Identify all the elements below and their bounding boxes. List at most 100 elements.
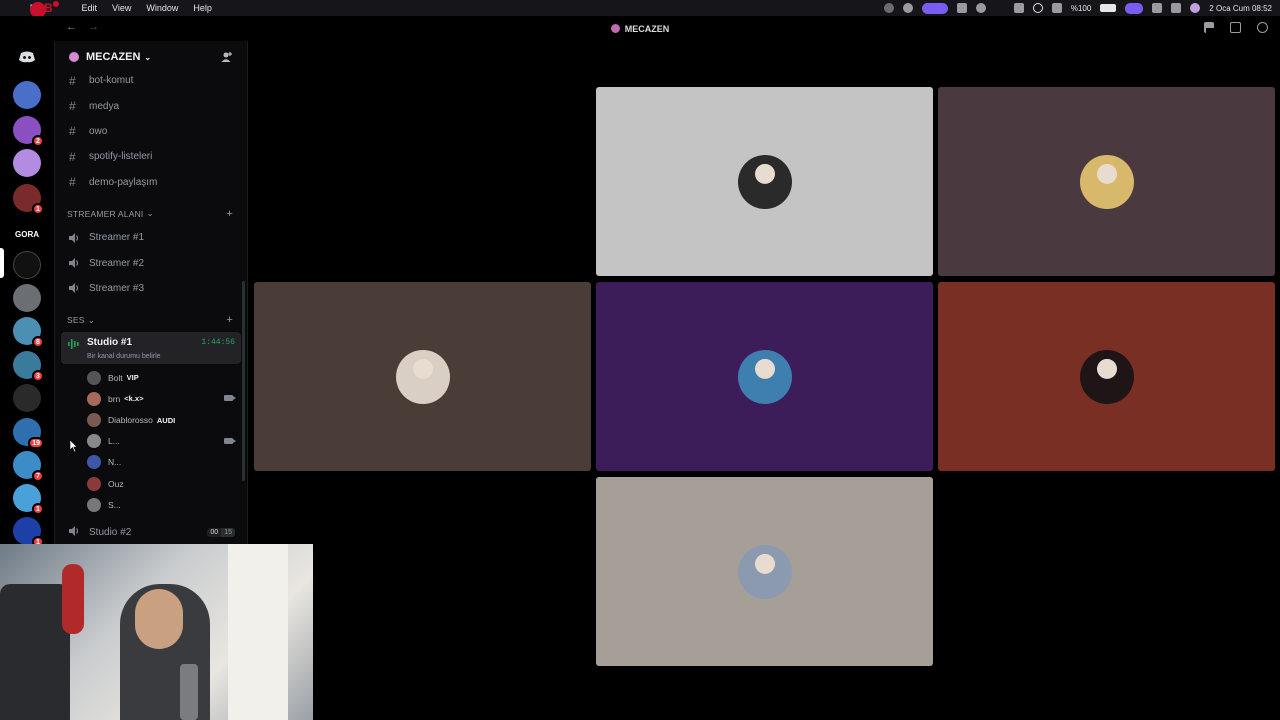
server-icon-server-7[interactable] xyxy=(13,284,41,312)
hash-icon: # xyxy=(69,149,76,164)
voice-channel-name: Studio #2 xyxy=(89,526,132,538)
video-tile[interactable] xyxy=(596,477,933,666)
server-rail: 2 1 GORA 8 3 19 7 1 1 xyxy=(0,41,54,548)
member-name: Diablorosso xyxy=(108,415,153,426)
channel-status[interactable]: Bir kanal durumu belirle xyxy=(87,353,161,360)
server-icon-server-10[interactable] xyxy=(13,384,41,412)
add-channel-icon[interactable]: + xyxy=(226,208,233,220)
server-icon-server-11[interactable]: 19 xyxy=(13,418,44,449)
avatar xyxy=(87,391,101,406)
add-member-icon[interactable] xyxy=(221,51,233,63)
search-icon[interactable] xyxy=(1032,3,1043,13)
video-tile[interactable] xyxy=(938,282,1275,471)
menu-window[interactable]: Window xyxy=(146,3,178,13)
text-channel-item[interactable]: # medya xyxy=(55,93,247,118)
title-actions xyxy=(1204,22,1268,33)
text-channel-item[interactable]: # spotify-listeleri xyxy=(55,144,247,169)
server-gora[interactable]: GORA xyxy=(13,225,41,245)
server-icon-mecazen[interactable] xyxy=(13,251,41,279)
category-streamer-label: STREAMER ALANI xyxy=(67,208,144,219)
voice-member[interactable]: L... xyxy=(55,431,247,452)
user-count: 00 xyxy=(207,527,222,537)
grid-icon[interactable] xyxy=(956,3,967,13)
star-icon[interactable] xyxy=(995,3,1005,13)
inbox-flag-icon[interactable] xyxy=(1204,22,1214,33)
webcam-guitar xyxy=(62,564,84,634)
participant-avatar xyxy=(737,349,792,404)
voice-member[interactable]: Diablorosso AUDI xyxy=(55,410,247,431)
server-icon-server-4[interactable]: 1 xyxy=(13,184,44,215)
status-icons: %100 2 Oca Cum 08:52 xyxy=(883,0,1272,16)
text-channel-item[interactable]: # owo xyxy=(55,119,247,144)
voice-channel-studio-1[interactable]: Studio #1 1:44:56 Bir kanal durumu belir… xyxy=(61,332,241,365)
speaker-icon xyxy=(69,525,81,539)
webcam-face xyxy=(135,589,183,649)
webcam-mic xyxy=(180,664,198,720)
text-channel-list: # bot-komut # medya # owo # spotify-listeleri # d… xyxy=(55,68,247,195)
video-tile[interactable] xyxy=(596,282,933,471)
menu-edit[interactable]: Edit xyxy=(82,3,98,13)
battery-icon[interactable] xyxy=(1100,4,1117,12)
menu-view[interactable]: View xyxy=(112,3,131,13)
text-channel-item[interactable]: # demo-paylaşım xyxy=(55,170,247,195)
video-tile[interactable] xyxy=(938,87,1275,276)
title-bar: ← → MECAZEN xyxy=(0,16,1280,41)
screen-share-icon[interactable] xyxy=(921,2,948,14)
participant-avatar xyxy=(737,154,792,209)
server-icon-server-9[interactable]: 3 xyxy=(13,351,44,382)
menu-help[interactable]: Help xyxy=(193,3,212,13)
play-icon[interactable] xyxy=(975,3,986,13)
clock[interactable]: 2 Oca Cum 08:52 xyxy=(1209,4,1272,13)
voice-channel-item[interactable]: Streamer #3 xyxy=(55,276,247,301)
channel-label: medya xyxy=(89,100,120,112)
help-icon[interactable] xyxy=(1257,22,1268,33)
translate-icon[interactable] xyxy=(1051,3,1062,13)
server-icon-server-13[interactable]: 1 xyxy=(13,484,44,515)
wifi-icon[interactable] xyxy=(1152,3,1163,13)
hash-icon: # xyxy=(69,175,76,190)
voice-member[interactable]: brn <k.x> xyxy=(55,388,247,409)
voice-member[interactable]: S... xyxy=(55,494,247,515)
member-tag: AUDI xyxy=(156,415,176,425)
server-icon-server-2[interactable]: 2 xyxy=(13,116,44,147)
server-icon-server-12[interactable]: 7 xyxy=(13,451,44,482)
add-channel-icon[interactable]: + xyxy=(226,314,233,326)
control-center-icon[interactable] xyxy=(1171,3,1182,13)
server-icon-server-3[interactable] xyxy=(13,149,41,177)
popout-icon[interactable] xyxy=(1230,22,1241,33)
active-server-pill xyxy=(0,248,4,278)
discord-logo-icon xyxy=(19,51,35,63)
discord-home-button[interactable] xyxy=(13,47,41,67)
server-icon-server-8[interactable]: 8 xyxy=(13,317,44,348)
mouse-cursor-icon xyxy=(70,440,78,452)
text-channel-item[interactable]: # bot-komut xyxy=(55,68,247,93)
video-tile[interactable] xyxy=(596,87,933,276)
record-icon[interactable] xyxy=(883,3,894,13)
voice-member[interactable]: Bolt VIP xyxy=(55,367,247,388)
keyboard-icon[interactable] xyxy=(1013,3,1024,13)
app-window: D Edit View Window Help B %100 2 Oca Cu xyxy=(0,0,1280,720)
server-icon xyxy=(610,24,620,33)
voice-member[interactable]: Ouz xyxy=(55,473,247,494)
voice-member[interactable]: N... xyxy=(55,452,247,473)
server-icon-server-14[interactable]: 1 xyxy=(13,517,44,548)
hash-icon: # xyxy=(69,73,76,88)
category-ses[interactable]: SES ⌄ + xyxy=(55,309,247,331)
participant-avatar xyxy=(1079,154,1134,209)
macos-menu-bar: D Edit View Window Help B %100 2 Oca Cu xyxy=(0,0,1280,18)
voice-channel-item[interactable]: Streamer #2 xyxy=(55,250,247,275)
voice-channel-item[interactable]: Streamer #1 xyxy=(55,225,247,250)
participant-avatar xyxy=(737,544,792,599)
server-icon-server-1[interactable] xyxy=(13,81,41,109)
voice-channel-studio-2[interactable]: Studio #2 00 15 xyxy=(55,520,247,544)
mirroring-icon[interactable] xyxy=(1125,2,1144,14)
member-name: Ouz xyxy=(108,478,124,489)
siri-icon[interactable] xyxy=(1190,3,1201,13)
category-streamer[interactable]: STREAMER ALANI ⌄ + xyxy=(55,203,247,225)
video-tile[interactable] xyxy=(254,282,591,471)
participant-avatar xyxy=(1079,349,1134,404)
discord-tray-icon[interactable] xyxy=(902,3,913,13)
sidebar-scrollbar[interactable] xyxy=(242,281,245,481)
chevron-down-icon: ⌄ xyxy=(87,314,95,325)
mention-badge: 19 xyxy=(28,437,44,449)
